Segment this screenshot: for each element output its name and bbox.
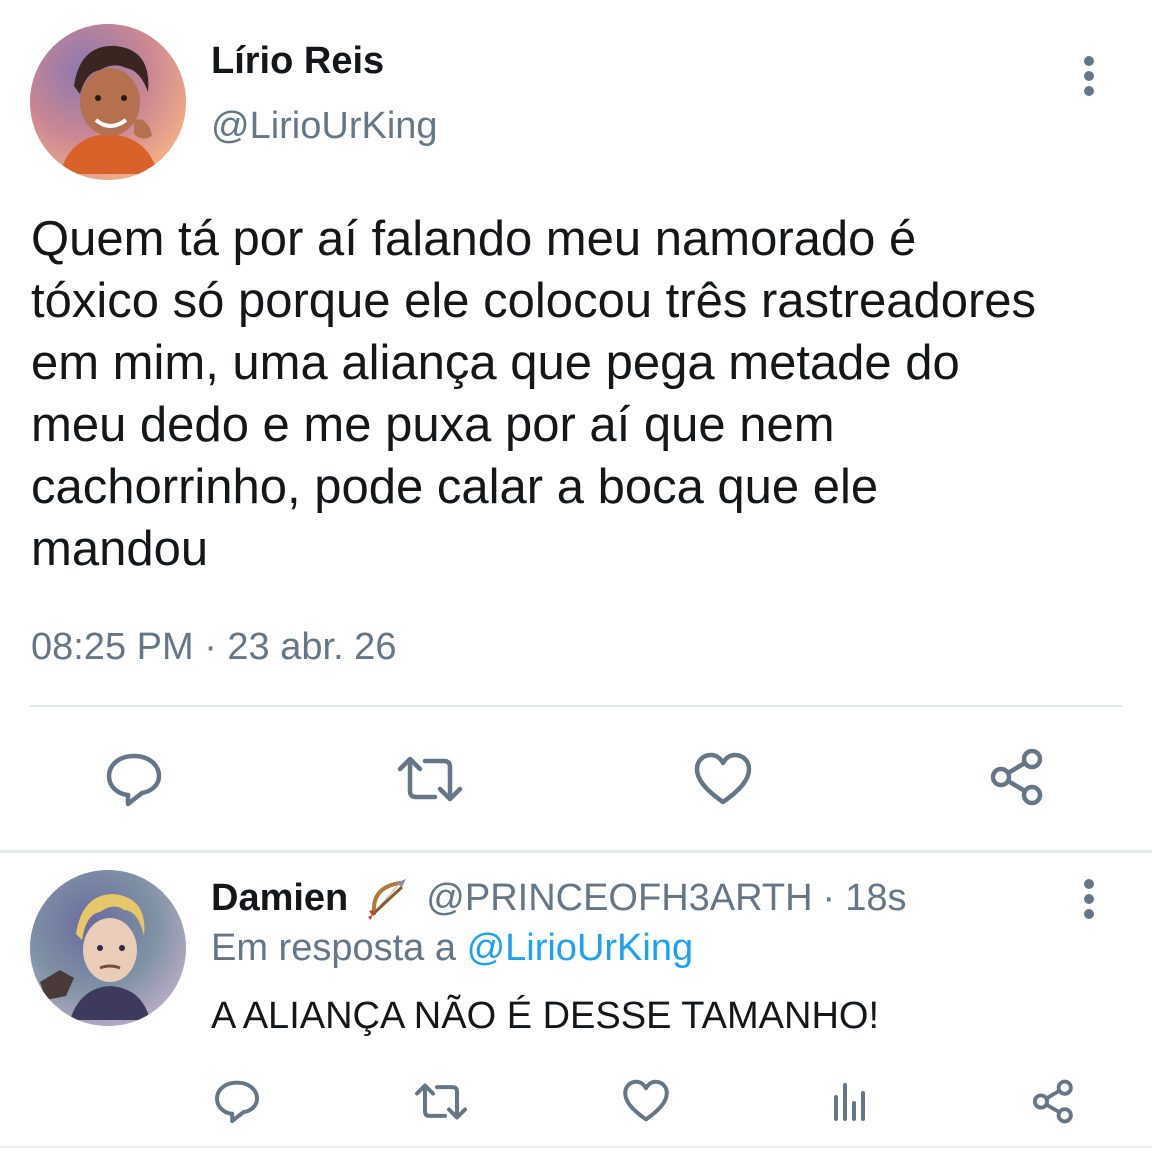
replying-to-label: Em resposta a	[211, 927, 456, 969]
reply-more-options-icon[interactable]	[1074, 878, 1104, 920]
share-icon	[1032, 1079, 1073, 1123]
reply-share-button[interactable]	[1026, 1074, 1082, 1128]
like-icon	[623, 1079, 669, 1122]
tweet-text: Quem tá por aí falando meu namorado é tó…	[31, 208, 1146, 580]
reply-reply-button[interactable]	[208, 1074, 266, 1128]
divider	[30, 705, 1122, 707]
separator-dot: ·	[822, 876, 836, 919]
tweet-separator	[0, 850, 1152, 853]
reply-icon	[106, 753, 162, 807]
analytics-icon	[834, 1083, 865, 1121]
reply-button[interactable]	[98, 748, 170, 810]
tweet-text-line: cachorrinho, pode calar a boca que ele	[31, 460, 879, 514]
tweet-text-line: tóxico só porque ele colocou três rastre…	[31, 274, 1037, 328]
tweet-text-line: mandou	[31, 522, 209, 576]
tweet-text-line: meu dedo e me puxa por aí que nem	[31, 398, 835, 452]
reply-author-name[interactable]: Damien	[211, 877, 348, 920]
reply-retweet-button[interactable]	[410, 1074, 472, 1128]
retweet-icon	[397, 756, 463, 802]
reply-author-handle[interactable]: @PRINCEOFH3ARTH	[426, 877, 812, 920]
reply-analytics-button[interactable]	[826, 1074, 874, 1128]
avatar-illustration	[30, 24, 186, 180]
replying-to-handle-link[interactable]: @LirioUrKing	[467, 927, 694, 969]
reply-text: A ALIANÇA NÃO É DESSE TAMANHO!	[211, 995, 880, 1037]
tweet-timestamp[interactable]: 08:25 PM · 23 abr. 26	[31, 626, 396, 669]
more-options-icon[interactable]	[1074, 55, 1104, 97]
author-name[interactable]: Lírio Reis	[211, 40, 384, 83]
bottom-divider	[0, 1146, 1152, 1148]
avatar-illustration	[30, 870, 186, 1026]
reply-timestamp[interactable]: 18s	[845, 877, 906, 920]
reply-icon	[215, 1080, 259, 1123]
tweet-text-line: em mim, uma aliança que pega metade do	[31, 336, 960, 390]
like-button[interactable]	[690, 748, 756, 810]
bow-and-arrow-emoji-icon	[366, 875, 412, 921]
retweet-button[interactable]	[392, 748, 468, 810]
share-icon	[990, 748, 1043, 806]
reply-author-avatar[interactable]	[30, 870, 186, 1026]
replying-to: Em resposta a @LirioUrKing	[211, 927, 693, 970]
share-button[interactable]	[985, 746, 1051, 808]
like-icon	[694, 752, 752, 805]
author-avatar[interactable]	[30, 24, 186, 180]
retweet-icon	[415, 1083, 467, 1119]
tweet-text-line: Quem tá por aí falando meu namorado é	[31, 212, 917, 266]
main-tweet: Lírio Reis @LirioUrKing Quem tá por aí f…	[0, 0, 1152, 850]
reply-header: Damien @PRINCEOFH3ARTH · 18s	[211, 875, 906, 921]
author-handle[interactable]: @LirioUrKing	[211, 105, 438, 148]
reply-like-button[interactable]	[618, 1074, 674, 1128]
